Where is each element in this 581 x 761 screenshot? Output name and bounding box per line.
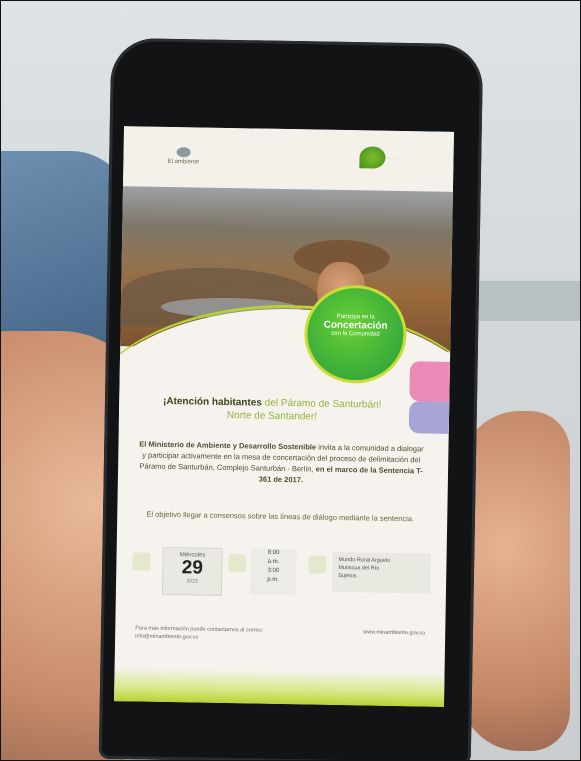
- title-suffix: del Páramo de Santurbán!: [264, 397, 382, 411]
- poster-footer: Para más información puede contactarnos …: [135, 624, 425, 645]
- poster-header: El ambiente · · ·: [122, 126, 454, 192]
- time-end-period: p.m.: [267, 576, 280, 583]
- ministry-logo: El ambiente: [153, 147, 213, 170]
- poster-subtext: El objetivo llegar a consensos sobre las…: [146, 509, 415, 524]
- time-box: 8:00 a.m. 3:00 p.m.: [249, 548, 297, 596]
- place-line-3: Sujetos: [338, 572, 357, 580]
- location-icon: [308, 555, 327, 574]
- body-lead: El Ministerio de Ambiente y Desarrollo S…: [139, 439, 317, 452]
- title-line-2: Norte de Santander!: [226, 410, 318, 423]
- floating-button-lilac[interactable]: [408, 401, 450, 434]
- poster-body: El Ministerio de Ambiente y Desarrollo S…: [136, 438, 427, 487]
- place-box: Mundo Rural Arguelo Mutiscua del Río Suj…: [331, 551, 431, 594]
- calendar-icon: [132, 552, 151, 571]
- leaf-icon: [359, 146, 386, 169]
- phone-screen: El ambiente · · · Participa en la Concer…: [114, 126, 454, 707]
- event-info-row: Miércoles 29 2023 8:00 a.m. 3:00 p.m. Mu…: [132, 546, 433, 599]
- grass-footer: [114, 667, 445, 707]
- government-logo-text: · · ·: [387, 154, 399, 162]
- ministry-emblem-icon: [176, 147, 191, 158]
- footer-website[interactable]: www.minambiente.gov.co: [305, 627, 425, 637]
- date-day: 29: [181, 557, 204, 579]
- date-year: 2023: [186, 578, 198, 585]
- footer-contact: Para más información puede contactarnos …: [135, 625, 264, 641]
- government-logo: · · ·: [351, 140, 432, 181]
- title-prefix: ¡Atención habitantes: [162, 395, 263, 409]
- photo-frame: El ambiente · · · Participa en la Concer…: [0, 0, 581, 761]
- date-box: Miércoles 29 2023: [161, 546, 223, 596]
- ministry-logo-text: El ambiente: [167, 158, 200, 166]
- clock-icon: [228, 554, 247, 573]
- right-hand: [460, 411, 570, 751]
- floating-button-pink[interactable]: [409, 361, 450, 402]
- poster-title: ¡Atención habitantes del Páramo de Santu…: [137, 394, 407, 425]
- badge-line-3: con la Comunidad: [331, 330, 380, 338]
